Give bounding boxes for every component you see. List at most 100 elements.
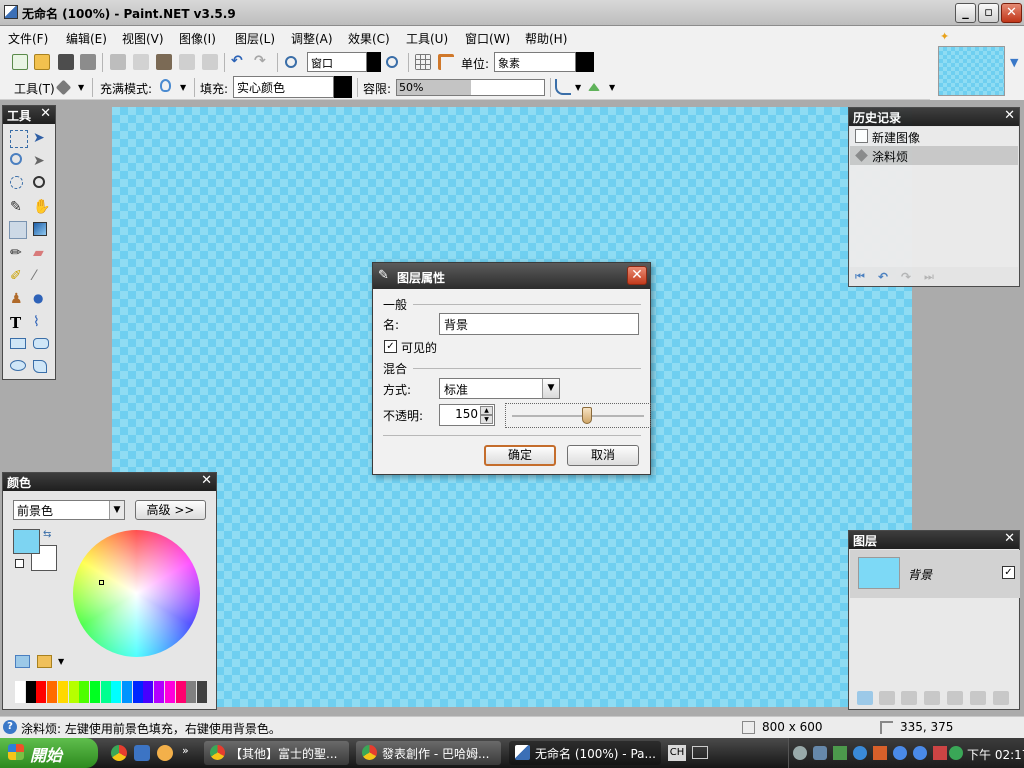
antialias-dropdown-arrow[interactable]: ▼ xyxy=(575,83,581,92)
history-undo-icon[interactable]: ↶ xyxy=(878,270,894,284)
app-shortcut-icon[interactable] xyxy=(157,745,173,761)
history-redo-icon[interactable]: ↷ xyxy=(901,270,917,284)
redo-icon[interactable]: ↷ xyxy=(254,54,270,70)
undo-icon[interactable]: ↶ xyxy=(231,54,247,70)
paintbrush-tool-icon[interactable]: ✏ xyxy=(10,245,28,263)
bulb-icon[interactable] xyxy=(160,79,171,92)
crop-icon[interactable] xyxy=(179,54,195,70)
blend-mode-icon[interactable] xyxy=(588,83,600,91)
menu-image[interactable]: 图像(I) xyxy=(179,30,216,47)
maximize-button[interactable]: ▫ xyxy=(978,3,999,23)
tray-security-icon[interactable] xyxy=(833,746,847,760)
pin-icon[interactable]: ✦ xyxy=(940,30,949,43)
palette-swatch[interactable] xyxy=(122,681,132,703)
clone-stamp-tool-icon[interactable]: ♟ xyxy=(10,291,28,309)
palette-swatch[interactable] xyxy=(57,681,68,703)
gradient-tool-icon[interactable] xyxy=(33,222,47,236)
layers-window-close-icon[interactable]: ✕ xyxy=(1004,531,1015,546)
dialog-close-button[interactable]: ✕ xyxy=(627,266,647,285)
zoom-dropdown-button[interactable] xyxy=(367,52,381,72)
history-item-selected[interactable]: 涂料烦 xyxy=(850,146,1018,165)
color-wheel-marker[interactable] xyxy=(99,580,104,585)
opacity-slider[interactable] xyxy=(505,403,651,428)
deselect-icon[interactable] xyxy=(202,54,218,70)
palette-swatch[interactable] xyxy=(143,681,154,703)
ie-icon[interactable] xyxy=(134,745,150,761)
blend-dropdown-arrow[interactable]: ▼ xyxy=(609,83,615,92)
color-picker-tool-icon[interactable]: ⁄ xyxy=(33,268,51,286)
palette-swatch[interactable] xyxy=(154,681,165,703)
unit-combo[interactable]: 象素 xyxy=(494,52,576,72)
duplicate-layer-icon[interactable] xyxy=(901,691,917,705)
paint-bucket-tool-icon[interactable] xyxy=(9,221,27,239)
rounded-rectangle-tool-icon[interactable] xyxy=(33,338,49,349)
merge-layer-down-icon[interactable] xyxy=(924,691,940,705)
opacity-down-icon[interactable]: ▼ xyxy=(480,415,493,424)
eraser-tool-icon[interactable]: ▰ xyxy=(33,245,51,263)
history-window-close-icon[interactable]: ✕ xyxy=(1004,108,1015,123)
zoom-in-icon[interactable] xyxy=(386,56,398,68)
chevron-down-icon[interactable]: ▼ xyxy=(109,501,124,519)
paste-icon[interactable] xyxy=(156,54,172,70)
more-shortcuts-icon[interactable]: » xyxy=(182,744,189,757)
palette-swatch[interactable] xyxy=(196,681,207,703)
ellipse-select-tool-icon[interactable] xyxy=(10,176,23,189)
palette-menu-icon[interactable] xyxy=(37,655,52,668)
menu-edit[interactable]: 编辑(E) xyxy=(66,30,107,47)
palette-swatch[interactable] xyxy=(47,681,58,703)
language-indicator[interactable]: CH xyxy=(668,745,686,761)
fill-combo[interactable]: 实心颜色 xyxy=(233,76,334,98)
palette-swatch[interactable] xyxy=(164,681,175,703)
menu-help[interactable]: 帮助(H) xyxy=(525,30,567,47)
close-button[interactable]: ✕ xyxy=(1001,3,1022,23)
copy-icon[interactable] xyxy=(133,54,149,70)
menu-view[interactable]: 视图(V) xyxy=(122,30,164,47)
scroll-thumbnail-icon[interactable]: ▼ xyxy=(1010,56,1018,69)
palette-swatch[interactable] xyxy=(175,681,186,703)
image-thumbnail[interactable] xyxy=(938,46,1005,96)
ok-button[interactable]: 确定 xyxy=(484,445,556,466)
add-to-palette-icon[interactable] xyxy=(15,655,30,668)
start-button[interactable]: 開始 xyxy=(0,738,98,768)
history-last-icon[interactable]: ⏭ xyxy=(924,270,940,284)
tools-window-close-icon[interactable]: ✕ xyxy=(40,106,51,121)
menu-adjustments[interactable]: 调整(A) xyxy=(291,30,333,47)
palette-swatch[interactable] xyxy=(89,681,100,703)
layer-name-input[interactable]: 背景 xyxy=(439,313,639,335)
palette-swatch[interactable] xyxy=(36,681,47,703)
tray-network-icon[interactable] xyxy=(793,746,807,760)
unit-dropdown-button[interactable] xyxy=(576,52,594,72)
palette-swatch[interactable] xyxy=(100,681,111,703)
move-selection-tool-icon[interactable]: ➤ xyxy=(33,130,51,148)
chevron-down-icon[interactable]: ▼ xyxy=(542,379,559,398)
taskbar-item[interactable]: 發表創作 - 巴哈姆... xyxy=(356,741,501,765)
text-tool-icon[interactable]: T xyxy=(10,314,28,332)
zoom-tool-icon[interactable] xyxy=(33,176,45,188)
antialias-icon[interactable] xyxy=(555,79,571,95)
tray-sync-icon[interactable] xyxy=(913,746,927,760)
palette-swatch[interactable] xyxy=(25,681,36,703)
save-icon[interactable] xyxy=(58,54,74,70)
open-folder-icon[interactable] xyxy=(34,54,50,70)
tray-tool-icon[interactable] xyxy=(933,746,947,760)
add-layer-icon[interactable] xyxy=(857,691,873,705)
move-selected-tool-icon[interactable]: ➤ xyxy=(33,153,51,171)
ellipse-tool-icon[interactable] xyxy=(10,360,26,371)
grid-icon[interactable] xyxy=(415,54,431,70)
freeform-shape-tool-icon[interactable] xyxy=(33,360,47,373)
history-item[interactable]: 新建图像 xyxy=(850,127,1018,146)
palette-swatch[interactable] xyxy=(186,681,197,703)
pan-tool-icon[interactable]: ✋ xyxy=(33,199,51,217)
chrome-icon[interactable] xyxy=(111,745,127,761)
pencil-tool-icon[interactable]: ✐ xyxy=(10,268,28,286)
opacity-up-icon[interactable]: ▲ xyxy=(480,406,493,415)
tray-volume-icon[interactable] xyxy=(873,746,887,760)
advanced-button[interactable]: 高级 >> xyxy=(135,500,206,520)
rectangle-select-tool-icon[interactable] xyxy=(10,130,28,148)
tolerance-slider[interactable]: 50% xyxy=(396,79,545,96)
paint-bucket-icon[interactable] xyxy=(55,79,72,96)
tray-app-icon[interactable] xyxy=(949,746,963,760)
tray-update-icon[interactable] xyxy=(853,746,867,760)
rectangle-tool-icon[interactable] xyxy=(10,338,26,349)
tray-sync-icon[interactable] xyxy=(893,746,907,760)
